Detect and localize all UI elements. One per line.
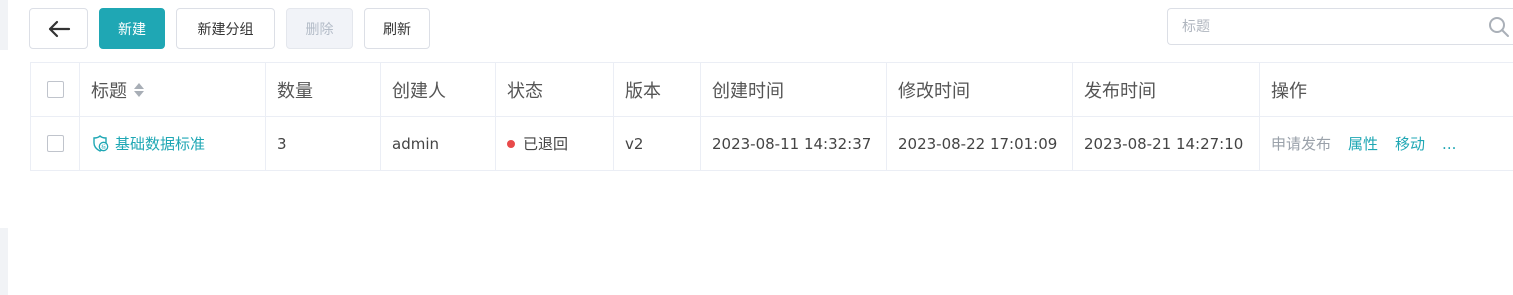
header-actions: 操作: [1259, 63, 1513, 116]
created-time-cell: 2023-08-11 14:32:37: [700, 117, 886, 170]
header-title[interactable]: 标题: [79, 63, 265, 116]
left-sidebar-edge: [0, 0, 10, 295]
header-creator: 创建人: [380, 63, 495, 116]
row-select-cell: [30, 117, 79, 170]
header-select-cell: [30, 63, 79, 116]
standard-shield-icon: 标: [93, 134, 109, 152]
version-cell: v2: [613, 117, 700, 170]
refresh-button[interactable]: 刷新: [364, 8, 430, 49]
count-cell: 3: [265, 117, 380, 170]
search-input[interactable]: [1168, 9, 1482, 44]
header-created-time: 创建时间: [700, 63, 886, 116]
sidebar-edge-top: [0, 0, 8, 50]
select-all-checkbox[interactable]: [46, 81, 64, 98]
header-version: 版本: [613, 63, 700, 116]
table-row: 标 基础数据标准 3 admin 已退回 v2 2023-08-11 14:32…: [30, 117, 1513, 171]
sidebar-edge-bottom: [0, 228, 8, 295]
title-link[interactable]: 标 基础数据标准: [91, 133, 205, 154]
header-count: 数量: [265, 63, 380, 116]
arrow-left-icon: [48, 20, 70, 37]
table-header: 标题 数量 创建人 状态 版本 创建时间 修改时间 发布时间 操作: [30, 62, 1513, 117]
action-list: 申请发布 属性 移动 ...: [1271, 133, 1473, 154]
actions-cell: 申请发布 属性 移动 ...: [1259, 117, 1513, 170]
status-text: 已退回: [523, 135, 569, 153]
back-button[interactable]: [29, 8, 88, 49]
header-modified-time: 修改时间: [886, 63, 1072, 116]
search-box: [1167, 8, 1513, 45]
search-icon[interactable]: [1488, 16, 1510, 38]
delete-button[interactable]: 删除: [286, 8, 353, 49]
status-cell: 已退回: [495, 117, 613, 170]
modified-time-cell: 2023-08-22 17:01:09: [886, 117, 1072, 170]
move-action[interactable]: 移动: [1395, 133, 1425, 154]
new-button[interactable]: 新建: [99, 8, 165, 49]
creator-cell: admin: [380, 117, 495, 170]
status-dot: [507, 139, 515, 148]
apply-publish-action[interactable]: 申请发布: [1271, 133, 1331, 154]
sort-icon[interactable]: [133, 81, 145, 99]
header-status: 状态: [495, 63, 613, 116]
header-title-label: 标题: [91, 80, 127, 102]
properties-action[interactable]: 属性: [1348, 133, 1378, 154]
header-published-time: 发布时间: [1072, 63, 1259, 116]
title-text: 基础数据标准: [115, 135, 206, 153]
row-checkbox[interactable]: [46, 135, 64, 152]
more-actions[interactable]: ...: [1442, 135, 1456, 153]
title-cell: 标 基础数据标准: [79, 117, 265, 170]
published-time-cell: 2023-08-21 14:27:10: [1072, 117, 1259, 170]
svg-text:标: 标: [101, 143, 106, 150]
new-group-button[interactable]: 新建分组: [176, 8, 275, 49]
